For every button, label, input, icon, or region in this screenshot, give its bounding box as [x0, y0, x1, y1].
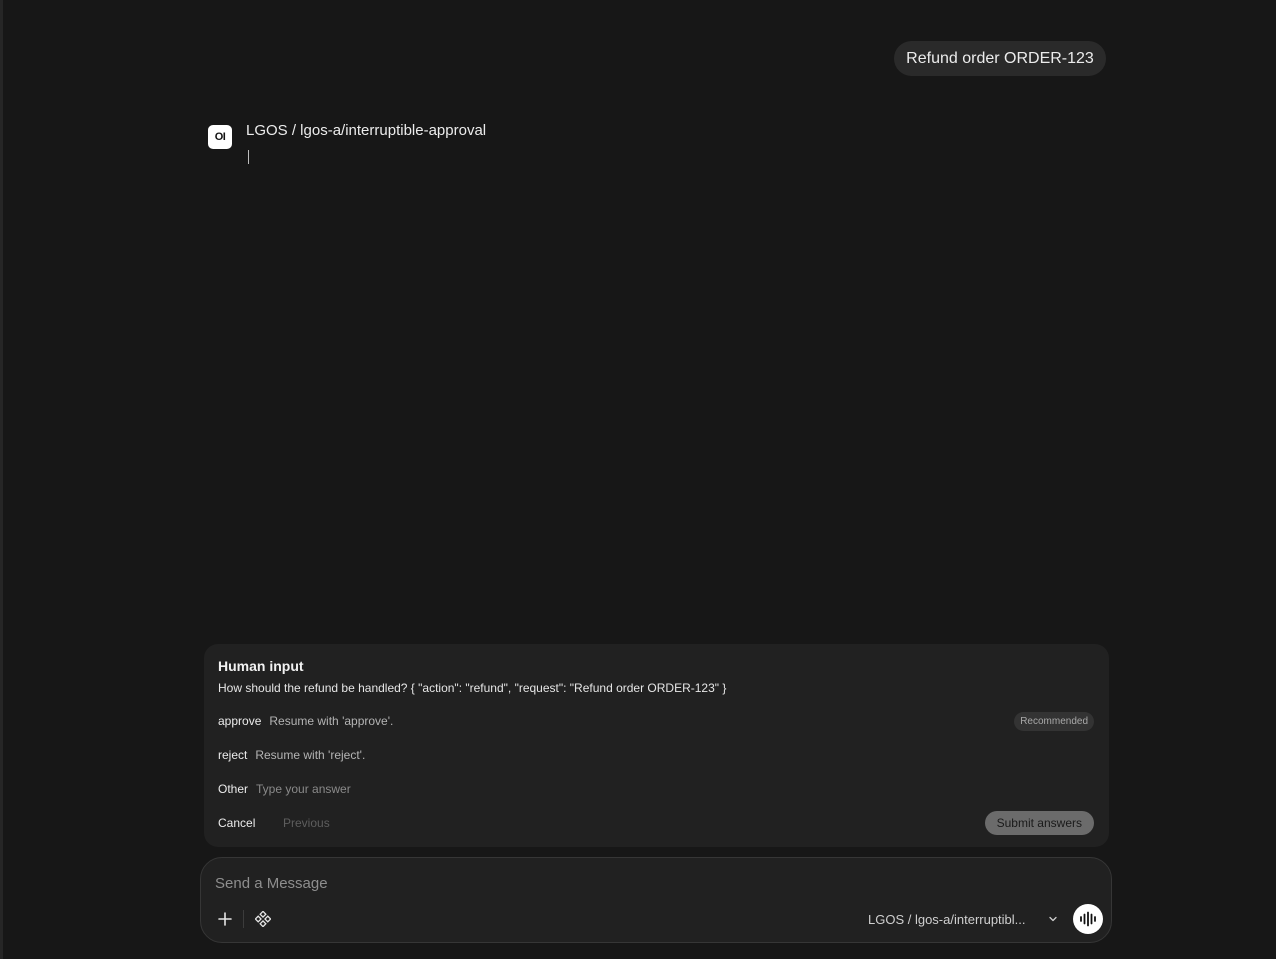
typing-cursor	[248, 150, 249, 164]
recommended-badge: Recommended	[1014, 712, 1094, 731]
message-composer: LGOS / lgos-a/interruptibl...	[200, 857, 1112, 943]
option-key: approve	[218, 714, 262, 728]
option-description: Resume with 'approve'.	[269, 714, 394, 728]
assistant-model-name: LGOS / lgos-a/interruptible-approval	[246, 122, 487, 139]
tools-button[interactable]	[253, 909, 273, 929]
option-approve[interactable]: approve Resume with 'approve'. Recommend…	[218, 712, 1094, 731]
human-input-panel: Human input How should the refund be han…	[204, 644, 1109, 847]
option-other: Other	[218, 780, 1094, 798]
option-description: Resume with 'reject'.	[255, 748, 366, 762]
voice-waveform-icon	[1080, 911, 1096, 927]
submit-answers-button[interactable]: Submit answers	[984, 811, 1094, 835]
message-input[interactable]	[215, 872, 1075, 894]
option-key: Other	[218, 782, 249, 796]
toolbar-divider	[243, 910, 244, 928]
tools-icon	[255, 911, 271, 927]
model-selector-label: LGOS / lgos-a/interruptibl...	[868, 911, 1026, 927]
voice-mode-button[interactable]	[1073, 904, 1103, 934]
plus-icon	[218, 912, 232, 926]
human-input-footer: Cancel Previous Submit answers	[218, 811, 1094, 835]
human-input-title: Human input	[218, 658, 304, 674]
attach-button[interactable]	[215, 909, 235, 929]
cancel-button[interactable]: Cancel	[218, 816, 255, 830]
assistant-avatar-text: OI	[214, 131, 226, 143]
option-reject[interactable]: reject Resume with 'reject'.	[218, 746, 1094, 764]
sidebar-edge	[0, 0, 3, 959]
human-input-question: How should the refund be handled? { "act…	[218, 681, 727, 695]
model-selector[interactable]: LGOS / lgos-a/interruptibl...	[868, 910, 1063, 928]
option-key: reject	[218, 748, 248, 762]
chevron-down-icon	[1048, 914, 1058, 924]
other-answer-input[interactable]	[256, 782, 557, 796]
assistant-avatar: OI	[208, 125, 232, 149]
previous-button[interactable]: Previous	[283, 816, 330, 830]
user-message-bubble: Refund order ORDER-123	[894, 41, 1106, 76]
user-message-text: Refund order ORDER-123	[906, 49, 1094, 67]
